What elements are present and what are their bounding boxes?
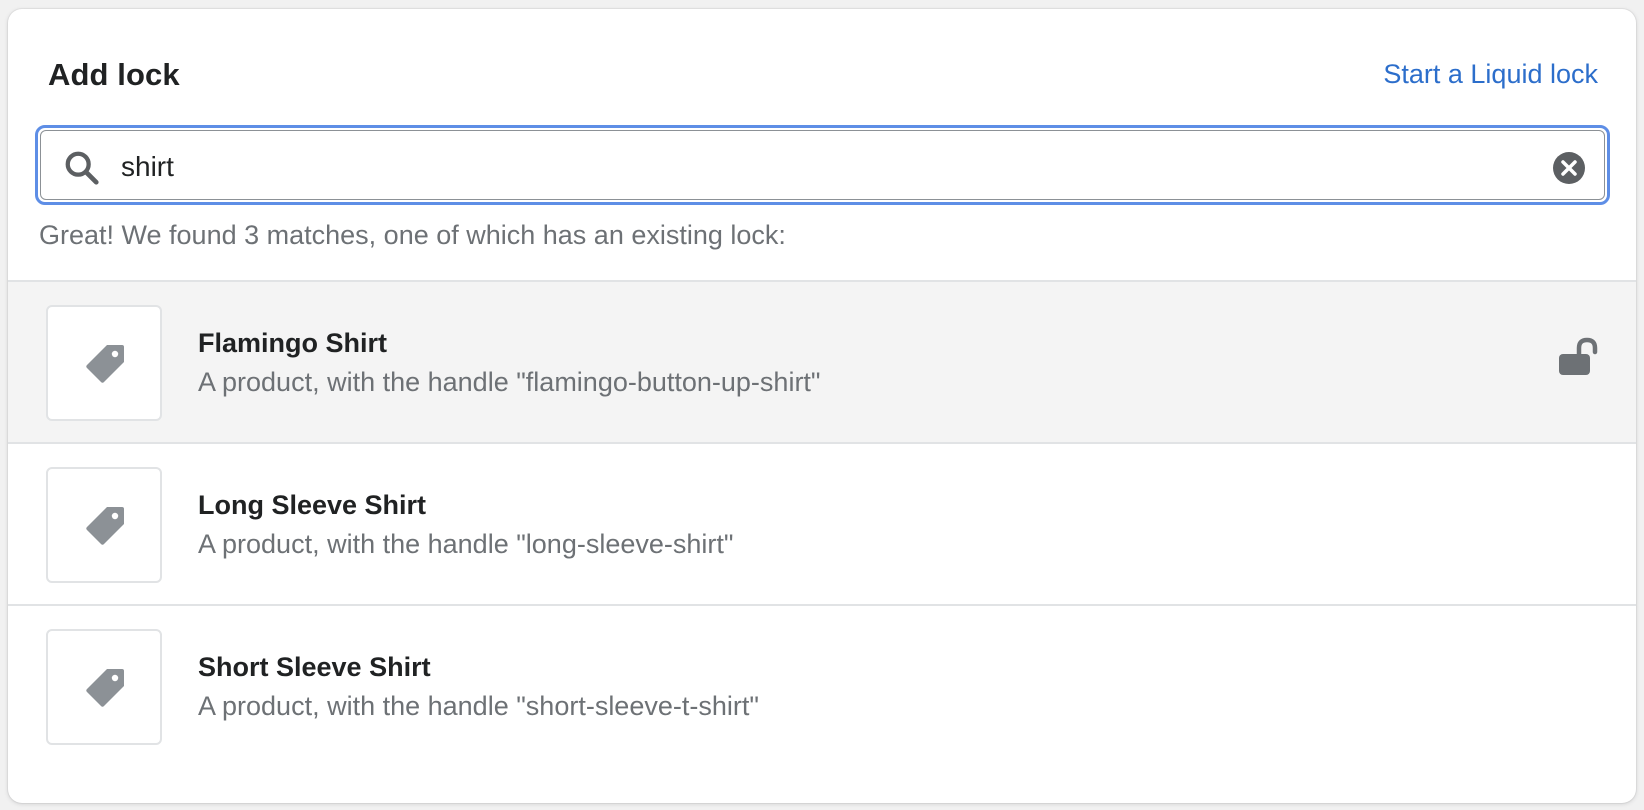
result-title: Flamingo Shirt bbox=[198, 328, 387, 358]
result-row-long-sleeve-shirt[interactable]: Long Sleeve Shirt A product, with the ha… bbox=[8, 442, 1636, 604]
result-description: A product, with the handle "long-sleeve-… bbox=[198, 529, 734, 559]
result-description: A product, with the handle "flamingo-but… bbox=[198, 367, 821, 397]
clear-circle-icon[interactable] bbox=[1552, 151, 1586, 185]
results-message: Great! We found 3 matches, one of which … bbox=[39, 220, 786, 250]
product-thumbnail bbox=[46, 305, 162, 421]
add-lock-card: Add lock Start a Liquid lock Great! We f… bbox=[8, 9, 1636, 803]
page-title: Add lock bbox=[48, 57, 180, 92]
search-field bbox=[35, 125, 1610, 205]
result-title: Short Sleeve Shirt bbox=[198, 652, 431, 682]
result-row-short-sleeve-shirt[interactable]: Short Sleeve Shirt A product, with the h… bbox=[8, 604, 1636, 766]
search-icon bbox=[65, 151, 99, 185]
results-list: Flamingo Shirt A product, with the handl… bbox=[8, 280, 1636, 766]
start-liquid-lock-link[interactable]: Start a Liquid lock bbox=[1383, 59, 1598, 90]
product-thumbnail bbox=[46, 629, 162, 745]
card-header: Add lock Start a Liquid lock bbox=[8, 9, 1636, 129]
result-description: A product, with the handle "short-sleeve… bbox=[198, 691, 759, 721]
search-input[interactable] bbox=[119, 139, 1499, 195]
tag-icon bbox=[86, 669, 124, 707]
tag-icon bbox=[86, 507, 124, 545]
search-field-inner bbox=[40, 130, 1605, 200]
result-title: Long Sleeve Shirt bbox=[198, 490, 427, 520]
tag-icon bbox=[86, 345, 124, 383]
result-row-flamingo-shirt[interactable]: Flamingo Shirt A product, with the handl… bbox=[8, 280, 1636, 442]
unlocked-icon bbox=[1559, 337, 1598, 375]
product-thumbnail bbox=[46, 467, 162, 583]
